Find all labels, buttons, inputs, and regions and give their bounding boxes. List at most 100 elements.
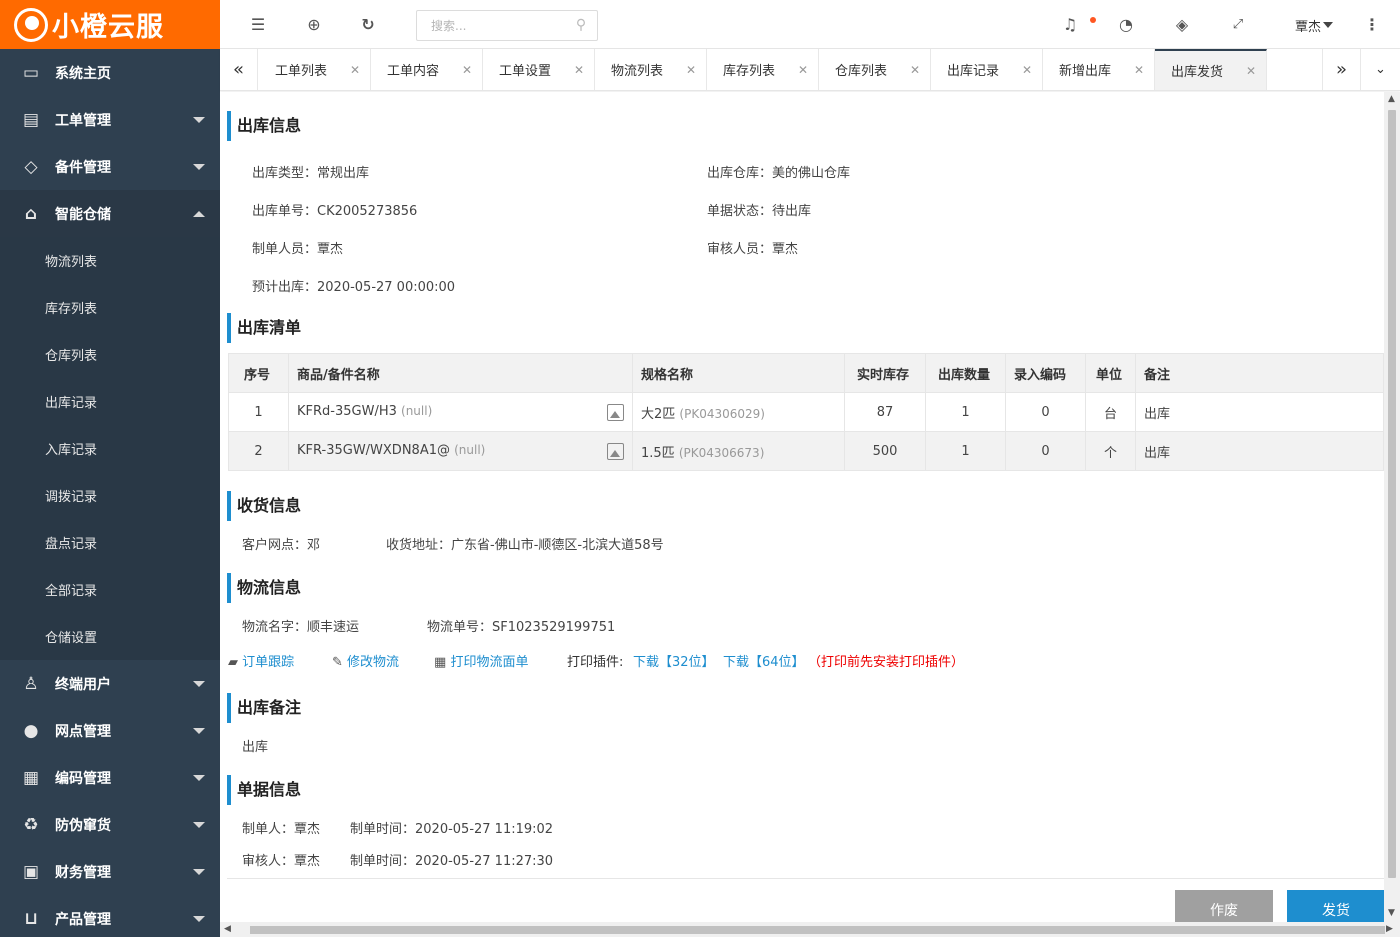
sidebar-item-label: 系统主页: [55, 65, 111, 82]
edit-icon: ✎: [332, 655, 343, 670]
submenu-item-logistics-list[interactable]: 物流列表: [0, 237, 220, 284]
remark: 出库: [1135, 392, 1384, 432]
scroll-up-icon[interactable]: ▲: [1388, 94, 1395, 104]
submenu-item-inventory-records[interactable]: 盘点记录: [0, 519, 220, 566]
tab-workorder-list[interactable]: 工单列表 ✕: [259, 49, 371, 90]
sidebar-item-label: 网点管理: [55, 723, 111, 740]
sidebar-item-products[interactable]: ⊔ 产品管理: [0, 895, 220, 937]
tab-new-outbound[interactable]: 新增出库 ✕: [1043, 49, 1155, 90]
logistics-name: 物流名字：顺丰速运: [242, 620, 360, 635]
tabs-next-icon[interactable]: »: [1322, 49, 1360, 90]
column-header: 规格名称: [632, 353, 845, 393]
tab-stock-list[interactable]: 库存列表 ✕: [707, 49, 819, 90]
close-icon[interactable]: ✕: [1134, 63, 1144, 77]
horizontal-scrollbar[interactable]: ◀ ▶: [220, 922, 1400, 937]
search-icon[interactable]: ⚲: [571, 15, 591, 35]
document-icon: ▤: [22, 109, 40, 130]
download-64bit-link[interactable]: 下载【64位】: [723, 651, 805, 670]
close-icon[interactable]: ✕: [462, 63, 472, 77]
submenu-item-transfer-records[interactable]: 调拨记录: [0, 472, 220, 519]
tab-logistics-list[interactable]: 物流列表 ✕: [595, 49, 707, 90]
sidebar-item-parts[interactable]: ◇ 备件管理: [0, 143, 220, 190]
submenu-item-inbound-records[interactable]: 入库记录: [0, 425, 220, 472]
close-icon[interactable]: ✕: [798, 63, 808, 77]
column-header: 序号: [228, 353, 289, 393]
order-tracking-link[interactable]: ▰ 订单跟踪: [228, 651, 294, 670]
submenu-item-outbound-records[interactable]: 出库记录: [0, 378, 220, 425]
table-header-row: 序号 商品/备件名称 规格名称 实时库存 出库数量 录入编码 单位 备注: [228, 353, 1384, 393]
close-icon[interactable]: ✕: [686, 63, 696, 77]
cart-icon: ⊔: [24, 908, 38, 929]
tab-workorder-content[interactable]: 工单内容 ✕: [371, 49, 483, 90]
sidebar-item-workorder[interactable]: ▤ 工单管理: [0, 96, 220, 143]
sidebar-item-end-users[interactable]: ♙ 终端用户: [0, 660, 220, 707]
sidebar-item-sites[interactable]: ● 网点管理: [0, 707, 220, 754]
submenu-item-warehouse-list[interactable]: 仓库列表: [0, 331, 220, 378]
link-label: 订单跟踪: [242, 655, 295, 670]
sidebar-item-label: 终端用户: [55, 676, 111, 693]
scrollbar-thumb[interactable]: [250, 926, 1385, 934]
close-icon[interactable]: ✕: [574, 63, 584, 77]
refresh-icon[interactable]: ↻: [358, 15, 378, 35]
sidebar-item-label: 备件管理: [55, 159, 111, 176]
close-icon[interactable]: ✕: [910, 63, 920, 77]
submenu-item-stock-list[interactable]: 库存列表: [0, 284, 220, 331]
user-name[interactable]: 覃杰: [1295, 16, 1321, 35]
scroll-down-icon[interactable]: ▼: [1388, 908, 1395, 918]
tabs-prev-icon[interactable]: «: [220, 49, 258, 90]
user-dropdown-icon[interactable]: [1323, 22, 1333, 28]
outbound-remark-text: 出库: [242, 740, 269, 755]
tab-label: 出库发货: [1171, 65, 1224, 80]
more-icon[interactable]: ⋮: [1362, 15, 1382, 35]
fullscreen-icon[interactable]: ⤢: [1228, 15, 1248, 35]
sidebar-item-anticounterfeit[interactable]: ♻ 防伪窜货: [0, 801, 220, 848]
scroll-right-icon[interactable]: ▶: [1386, 924, 1393, 934]
outbound-list-table: 序号 商品/备件名称 规格名称 实时库存 出库数量 录入编码 单位 备注 1 K…: [228, 353, 1384, 471]
outbound-type: 出库类型：常规出库: [252, 166, 370, 181]
scrollbar-thumb[interactable]: [1388, 110, 1396, 878]
tab-warehouse-list[interactable]: 仓库列表 ✕: [819, 49, 931, 90]
sidebar-item-codes[interactable]: ▦ 编码管理: [0, 754, 220, 801]
tab-label: 工单内容: [387, 64, 440, 79]
menu-toggle-icon[interactable]: ☰: [248, 15, 268, 35]
vertical-scrollbar[interactable]: ▲ ▼: [1384, 92, 1400, 922]
notification-dot: [1090, 17, 1096, 23]
submenu-item-all-records[interactable]: 全部记录: [0, 566, 220, 613]
ship-button[interactable]: 发货: [1287, 890, 1384, 922]
scroll-left-icon[interactable]: ◀: [224, 924, 231, 934]
tag-icon[interactable]: ◈: [1172, 15, 1192, 35]
image-icon[interactable]: [607, 403, 624, 421]
sidebar-item-finance[interactable]: ▣ 财务管理: [0, 848, 220, 895]
sidebar-item-home[interactable]: ▭ 系统主页: [0, 49, 220, 96]
download-32bit-link[interactable]: 下载【32位】: [633, 651, 715, 670]
tabs-menu-icon[interactable]: ⌄: [1360, 49, 1400, 90]
submenu-item-warehouse-settings[interactable]: 仓储设置: [0, 613, 220, 660]
spec-code: (PK04306673): [678, 445, 765, 460]
calendar-icon: ▦: [434, 655, 447, 670]
close-icon[interactable]: ✕: [1022, 63, 1032, 77]
tab-label: 出库记录: [947, 64, 1000, 79]
palette-icon[interactable]: ◔: [1116, 15, 1136, 35]
sidebar-item-label: 产品管理: [55, 911, 111, 928]
logo[interactable]: 小橙云服: [0, 0, 220, 49]
document-status: 单据状态：待出库: [707, 204, 812, 219]
bell-icon[interactable]: ♫: [1060, 15, 1080, 35]
globe-icon[interactable]: ⊕: [304, 15, 324, 35]
doc-creator: 制单人：覃杰: [242, 822, 321, 837]
print-waybill-link[interactable]: ▦ 打印物流面单: [434, 651, 528, 670]
close-icon[interactable]: ✕: [1246, 64, 1256, 78]
doc-review-time: 制单时间：2020-05-27 11:27:30: [350, 854, 554, 869]
spec-name: 大2匹: [641, 406, 676, 422]
edit-logistics-link[interactable]: ✎ 修改物流: [332, 651, 399, 670]
caret-up-icon: [193, 211, 205, 217]
void-button[interactable]: 作废: [1175, 890, 1273, 922]
tab-outbound-records[interactable]: 出库记录 ✕: [931, 49, 1043, 90]
tab-outbound-ship[interactable]: 出库发货 ✕: [1155, 49, 1267, 90]
tab-workorder-settings[interactable]: 工单设置 ✕: [483, 49, 595, 90]
sidebar-item-warehouse[interactable]: ⌂ 智能仓储: [0, 190, 220, 237]
close-icon[interactable]: ✕: [350, 63, 360, 77]
recycle-icon: ♻: [23, 814, 39, 835]
brand-name: 小橙云服: [52, 12, 164, 43]
image-icon[interactable]: [607, 442, 624, 460]
sidebar-item-label: 工单管理: [55, 112, 111, 129]
